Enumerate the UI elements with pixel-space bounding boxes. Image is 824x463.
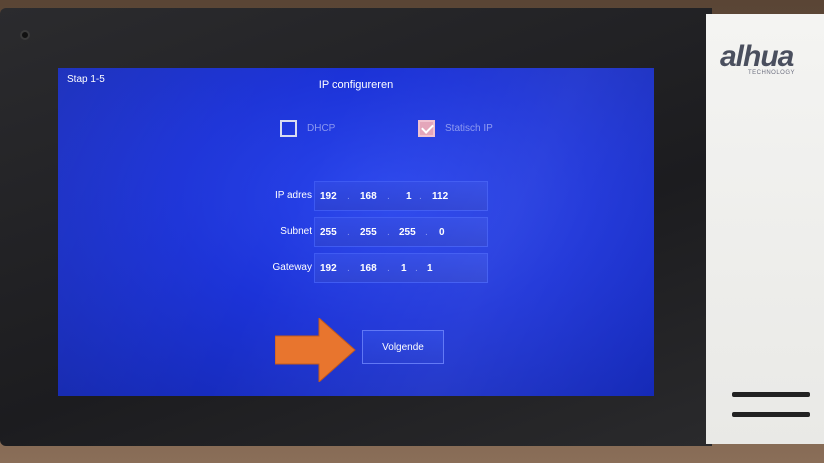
gateway-separator-2: . [387, 263, 390, 274]
gateway-octet-4[interactable]: 1 [427, 263, 433, 274]
gateway-label: Gateway [272, 262, 312, 273]
ip-octet-1[interactable]: 192 [320, 191, 337, 202]
subnet-octet-3[interactable]: 255 [399, 227, 416, 238]
camera-icon [20, 30, 30, 40]
subnet-row: Subnet 255 . 255 . 255 . 0 [58, 217, 654, 247]
ip-address-label: IP adres [274, 190, 312, 201]
subnet-separator-2: . [387, 227, 390, 238]
orange-arrow-icon [275, 318, 356, 382]
gateway-field[interactable]: 192 . 168 . 1 . 1 [314, 253, 488, 283]
ip-address-field[interactable]: 192 . 168 . 1 . 112 [314, 181, 488, 211]
ip-separator-1: . [347, 191, 350, 202]
ip-separator-2: . [387, 191, 390, 202]
next-button[interactable]: Volgende [362, 330, 444, 364]
gateway-row: Gateway 192 . 168 . 1 . 1 [58, 253, 654, 283]
subnet-octet-4[interactable]: 0 [439, 227, 445, 238]
brand-subtitle: TECHNOLOGY [748, 70, 796, 76]
screen-header: Stap 1-5 IP configureren [58, 68, 654, 94]
subnet-separator-3: . [425, 227, 428, 238]
subnet-label: Subnet [280, 226, 312, 237]
ip-separator-3: . [419, 191, 422, 202]
ip-octet-3[interactable]: 1 [406, 191, 412, 202]
brand-logo: alhua [720, 40, 794, 73]
page-title: IP configureren [318, 79, 394, 91]
static-ip-checkbox[interactable] [418, 120, 435, 137]
subnet-separator-1: . [347, 227, 350, 238]
gateway-octet-2[interactable]: 168 [360, 263, 377, 274]
gateway-octet-3[interactable]: 1 [401, 263, 407, 274]
device-side-panel [706, 14, 824, 444]
gateway-separator-1: . [347, 263, 350, 274]
subnet-octet-1[interactable]: 255 [320, 227, 337, 238]
speaker-grille-top [732, 392, 810, 397]
dhcp-label: DHCP [307, 123, 336, 134]
dhcp-option[interactable]: DHCP [280, 120, 335, 137]
gateway-octet-1[interactable]: 192 [320, 263, 337, 274]
dhcp-checkbox[interactable] [280, 120, 297, 137]
gateway-separator-3: . [415, 263, 418, 274]
subnet-field[interactable]: 255 . 255 . 255 . 0 [314, 217, 488, 247]
ip-octet-2[interactable]: 168 [360, 191, 377, 202]
static-ip-label: Statisch IP [445, 123, 493, 134]
ip-address-row: IP adres 192 . 168 . 1 . 112 [58, 181, 654, 211]
ip-octet-4[interactable]: 112 [432, 191, 448, 202]
subnet-octet-2[interactable]: 255 [360, 227, 377, 238]
static-ip-option[interactable]: Statisch IP [418, 120, 493, 137]
speaker-grille-bottom [732, 412, 810, 417]
